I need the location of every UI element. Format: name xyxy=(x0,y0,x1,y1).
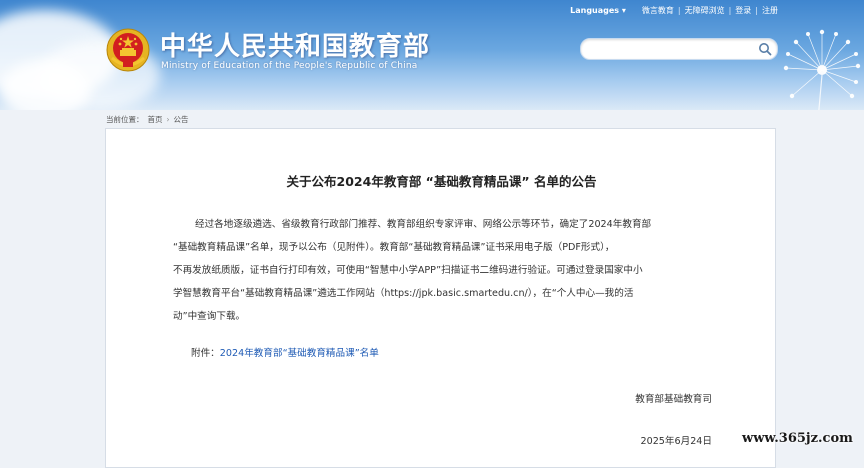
breadcrumb-home[interactable]: 首页 xyxy=(148,114,163,125)
national-emblem-icon[interactable] xyxy=(106,28,150,72)
separator: | xyxy=(728,5,732,15)
attachment: 附件：2024年教育部“基础教育精品课”名单 xyxy=(191,345,379,359)
top-links: Languages ▾ 微言教育 | 无障碍浏览 | 登录 | 注册 xyxy=(570,3,778,17)
chevron-down-icon: ▾ xyxy=(621,5,626,15)
watermark: www.365jz.com xyxy=(742,431,853,446)
breadcrumb: 当前位置： 首页 › 公告 xyxy=(106,113,189,125)
article-title: 关于公布2024年教育部 “基础教育精品课” 名单的公告 xyxy=(286,174,597,189)
link-login[interactable]: 登录 xyxy=(735,5,751,16)
article-body-line: 经过各地逐级遴选、省级教育行政部门推荐、教育部组织专家评审、网络公示等环节，确定… xyxy=(195,219,652,230)
breadcrumb-prefix: 当前位置： xyxy=(106,114,144,124)
article-body: 经过各地逐级遴选、省级教育行政部门推荐、教育部组织专家评审、网络公示等环节，确定… xyxy=(173,213,711,328)
site-header: Languages ▾ 微言教育 | 无障碍浏览 | 登录 | 注册 中华人民共… xyxy=(0,0,864,110)
site-subtitle: Ministry of Education of the People's Re… xyxy=(161,61,418,71)
attachment-link[interactable]: 2024年教育部“基础教育精品课”名单 xyxy=(220,348,379,359)
languages-label: Languages xyxy=(570,5,620,15)
article-body-line: 学智慧教育平台“基础教育精品课”遴选工作网站（https://jpk.basic… xyxy=(173,288,634,299)
dandelion-decoration xyxy=(783,29,861,110)
separator: | xyxy=(755,5,758,15)
search-box xyxy=(580,38,778,60)
chevron-right-icon: › xyxy=(166,114,170,124)
article-date: 2025年6月24日 xyxy=(640,436,712,447)
attachment-label: 附件： xyxy=(191,348,220,359)
article-body-line: “基础教育精品课”名单，现予以公布（见附件）。教育部“基础教育精品课”证书采用电… xyxy=(173,242,615,253)
article-body-line: 不再发放纸质版，证书自行打印有效，可使用“智慧中小学APP”扫描证书二维码进行验… xyxy=(173,265,643,276)
link-accessibility[interactable]: 无障碍浏览 xyxy=(685,5,725,16)
link-register[interactable]: 注册 xyxy=(762,5,778,16)
link-weibo[interactable]: 微言教育 xyxy=(642,5,674,16)
search-input[interactable] xyxy=(591,41,755,59)
article-body-line: 动”中查询下载。 xyxy=(173,311,246,322)
breadcrumb-current[interactable]: 公告 xyxy=(174,114,189,125)
article-panel: 关于公布2024年教育部 “基础教育精品课” 名单的公告 经过各地逐级遴选、省级… xyxy=(105,128,776,468)
site-title[interactable]: 中华人民共和国教育部 xyxy=(160,26,430,63)
separator: | xyxy=(677,5,681,15)
article-signer: 教育部基础教育司 xyxy=(635,394,712,405)
languages-menu[interactable]: Languages ▾ xyxy=(570,6,626,15)
